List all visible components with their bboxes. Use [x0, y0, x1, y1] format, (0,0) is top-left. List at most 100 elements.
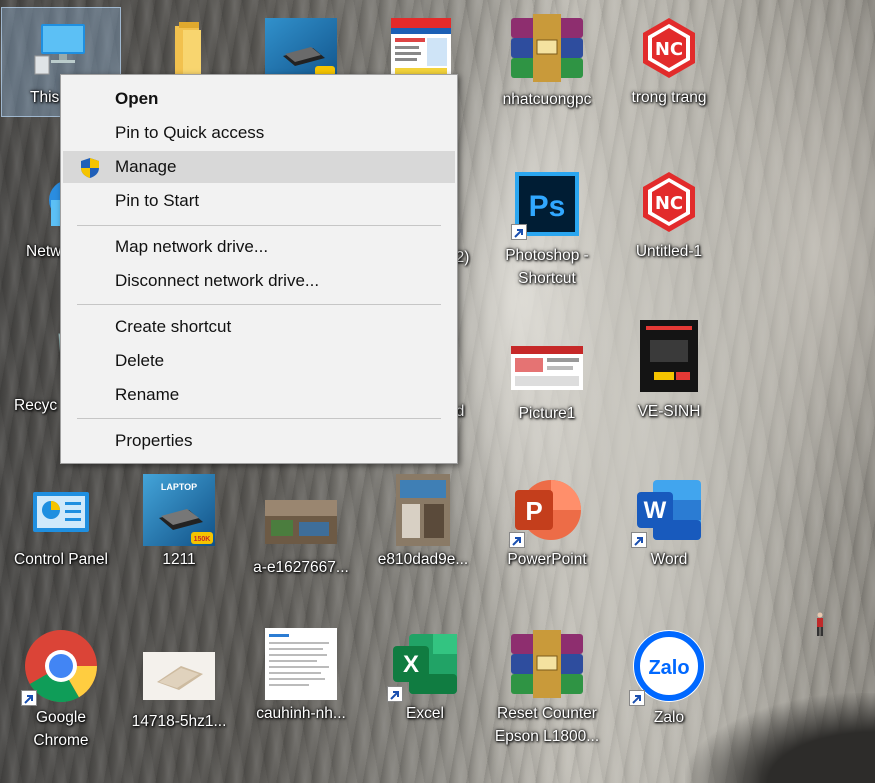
svg-text:NC: NC	[655, 193, 683, 214]
computer-icon	[29, 16, 93, 80]
menu-item-delete[interactable]: Delete	[63, 345, 455, 377]
desktop-icon-picture1[interactable]: Picture1	[488, 316, 606, 425]
desktop-icon-zalo[interactable]: Zalo Zalo	[610, 624, 728, 729]
shortcut-arrow-icon	[511, 224, 527, 240]
icon-label: e810dad9e...	[377, 551, 469, 568]
desktop-icon-ve-sinh[interactable]: VE-SINH	[610, 316, 728, 423]
menu-item-label: Delete	[115, 351, 165, 370]
desktop-icon-a-e1627667[interactable]: a-e1627667...	[242, 470, 360, 579]
winrar-icon	[509, 630, 585, 698]
menu-item-label: Manage	[115, 157, 177, 176]
menu-item-properties[interactable]: Properties	[63, 425, 455, 457]
svg-text:150K: 150K	[194, 536, 211, 543]
desktop-icon-cauhinh-nh[interactable]: cauhinh-nh...	[242, 624, 360, 725]
menu-item-label: Create shortcut	[115, 317, 232, 336]
menu-item-label: Open	[115, 89, 159, 108]
shortcut-arrow-icon	[631, 532, 647, 548]
desktop-icon-laptop-ad[interactable]	[242, 8, 360, 80]
menu-item-label: Disconnect network drive...	[115, 271, 320, 290]
excel-icon: X	[387, 628, 461, 702]
svg-text:Zalo: Zalo	[648, 657, 689, 679]
desktop-icon-e810dad9e[interactable]: e810dad9e...	[364, 470, 482, 571]
desktop-icon-folder[interactable]	[120, 8, 238, 80]
menu-separator	[77, 225, 441, 226]
menu-item-create-shortcut[interactable]: Create shortcut	[63, 311, 455, 343]
chrome-icon	[21, 628, 99, 706]
menu-item-manage[interactable]: Manage	[63, 151, 455, 183]
svg-text:NC: NC	[655, 39, 683, 60]
desktop-icon-powerpoint[interactable]: P PowerPoint	[488, 470, 606, 571]
climber-figure	[817, 612, 823, 636]
desktop-icon-doc-ad[interactable]	[362, 8, 480, 80]
icon-label: Google Chrome	[33, 709, 89, 749]
icon-label: Untitled-1	[635, 243, 703, 260]
desktop-icon-reset-counter[interactable]: Reset Counter Epson L1800...	[488, 624, 606, 748]
icon-label: 14718-5hz1...	[131, 713, 227, 730]
menu-item-open[interactable]: Open	[63, 83, 455, 115]
menu-item-rename[interactable]: Rename	[63, 379, 455, 411]
menu-item-pin-to-start[interactable]: Pin to Start	[63, 185, 455, 217]
desktop-icon-excel[interactable]: X Excel	[366, 624, 484, 725]
icon-label: Zalo	[653, 709, 685, 726]
folder-icon	[147, 16, 211, 80]
context-menu: Open Pin to Quick access Manage Pin to S…	[60, 74, 458, 464]
menu-item-label: Pin to Quick access	[115, 123, 265, 142]
icon-label: Photoshop - Shortcut	[505, 247, 589, 287]
laptop-photo-thumbnail	[143, 652, 215, 700]
icon-label: 1211	[162, 551, 196, 568]
icon-label: Reset Counter Epson L1800...	[494, 705, 600, 745]
shortcut-arrow-icon	[21, 690, 37, 706]
icon-label: PowerPoint	[507, 551, 587, 568]
shield-icon	[81, 158, 99, 178]
laptop-ad-thumbnail	[265, 16, 337, 80]
desktop-icon-untitled-1[interactable]: NC Untitled-1	[610, 162, 728, 263]
desktop-icon-nhatcuongpc[interactable]: nhatcuongpc	[488, 8, 606, 111]
desktop-icon-14718-5hz1[interactable]: 14718-5hz1...	[120, 624, 238, 733]
picture-thumbnail	[511, 346, 583, 390]
svg-text:Ps: Ps	[529, 190, 566, 223]
menu-item-label: Rename	[115, 385, 180, 404]
word-icon: W	[631, 474, 705, 548]
nc-logo-icon: NC	[637, 16, 701, 80]
shortcut-arrow-icon	[387, 686, 403, 702]
icon-label: Excel	[406, 705, 444, 722]
icon-label: nhatcuongpc	[502, 91, 592, 108]
nc-logo-icon: NC	[637, 170, 701, 234]
icon-label: VE-SINH	[637, 403, 701, 420]
icon-label: a-e1627667...	[253, 559, 349, 576]
svg-text:W: W	[644, 497, 667, 524]
winrar-icon	[509, 14, 585, 82]
desktop-icon-photoshop[interactable]: Ps Photoshop - Shortcut	[488, 162, 606, 290]
control-panel-icon	[29, 478, 93, 542]
icon-label: trong trang	[631, 89, 707, 106]
menu-item-label: Properties	[115, 431, 193, 450]
screenshot-thumbnail	[265, 628, 337, 700]
menu-item-disconnect-network-drive[interactable]: Disconnect network drive...	[63, 265, 455, 297]
desktop-icon-word[interactable]: W Word	[610, 470, 728, 571]
desktop-icon-google-chrome[interactable]: Google Chrome	[2, 624, 120, 752]
desktop-icon-control-panel[interactable]: Control Panel	[2, 470, 120, 571]
menu-item-map-network-drive[interactable]: Map network drive...	[63, 231, 455, 263]
photoshop-icon: Ps	[511, 170, 581, 240]
icon-label: Control Panel	[14, 551, 108, 568]
shortcut-arrow-icon	[509, 532, 525, 548]
icon-label: Picture1	[518, 405, 576, 422]
svg-text:X: X	[403, 651, 419, 678]
document-ad-thumbnail	[389, 16, 453, 80]
photo-thumbnail	[396, 474, 450, 546]
menu-item-pin-to-quick-access[interactable]: Pin to Quick access	[63, 117, 455, 149]
menu-item-label: Pin to Start	[115, 191, 200, 210]
desktop-icon-1211[interactable]: LAPTOP 150K 1211	[120, 470, 238, 571]
shortcut-arrow-icon	[629, 690, 645, 706]
menu-separator	[77, 304, 441, 305]
dark-ad-thumbnail	[640, 320, 698, 392]
desktop-icon-trong-trang[interactable]: NC trong trang	[610, 8, 728, 109]
icon-label: cauhinh-nh...	[256, 705, 346, 722]
svg-text:P: P	[525, 496, 542, 526]
icon-label: Word	[650, 551, 688, 568]
menu-separator	[77, 418, 441, 419]
zalo-icon: Zalo	[629, 628, 707, 706]
laptop-ad-thumbnail: LAPTOP 150K	[143, 474, 215, 546]
menu-item-label: Map network drive...	[115, 237, 269, 256]
svg-text:LAPTOP: LAPTOP	[161, 482, 197, 492]
